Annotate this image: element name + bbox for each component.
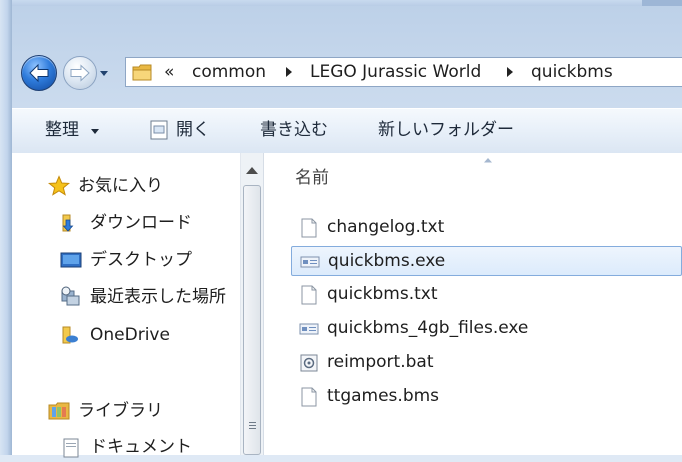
back-button[interactable] (21, 55, 57, 91)
breadcrumb-separator-icon[interactable] (507, 67, 513, 77)
file-row[interactable]: quickbms.txt (291, 280, 682, 310)
nav-item-label: OneDrive (90, 325, 170, 345)
nav-libraries[interactable]: ライブラリ (12, 398, 240, 426)
sort-ascending-icon (484, 158, 492, 163)
file-name: changelog.txt (327, 217, 445, 237)
navigation-scrollbar[interactable] (240, 153, 264, 455)
nav-favorites[interactable]: お気に入り (12, 173, 240, 201)
forward-button[interactable] (63, 56, 97, 90)
title-bar (12, 0, 682, 6)
explorer-content: お気に入り ダウンロード デスクトップ 最近表示した場所 OneDrive ライ… (12, 153, 682, 458)
file-row-selected[interactable]: quickbms.exe (291, 246, 682, 276)
recent-places-icon (61, 286, 80, 306)
nav-item-label: 最近表示した場所 (90, 287, 226, 307)
breadcrumb-common[interactable]: common (192, 61, 266, 83)
file-row[interactable]: ttgames.bms (291, 382, 682, 412)
scroll-up-arrow-icon[interactable] (246, 167, 258, 174)
desktop-icon (60, 252, 82, 268)
open-button[interactable]: 開く (176, 119, 210, 141)
nav-item-downloads[interactable]: ダウンロード (12, 210, 240, 238)
burn-button[interactable]: 書き込む (260, 119, 328, 141)
text-file-icon (301, 218, 317, 238)
nav-item-documents[interactable]: ドキュメント (12, 434, 240, 462)
address-overflow-chevron[interactable]: « (164, 61, 174, 83)
nav-item-onedrive[interactable]: OneDrive (12, 322, 240, 350)
breadcrumb-lego-jurassic-world[interactable]: LEGO Jurassic World (310, 61, 481, 83)
navigation-pane: お気に入り ダウンロード デスクトップ 最近表示した場所 OneDrive ライ… (12, 153, 240, 458)
star-icon (48, 175, 70, 196)
file-list: 名前 changelog.txt quickbms.exe quickbms.t… (265, 153, 682, 455)
file-name: quickbms.txt (327, 284, 438, 304)
window-frame: « common LEGO Jurassic World quickbms 整理… (0, 0, 682, 458)
forward-arrow-icon (70, 64, 90, 82)
organize-button[interactable]: 整理 (45, 119, 79, 141)
nav-item-label: ダウンロード (90, 213, 192, 233)
nav-item-desktop[interactable]: デスクトップ (12, 247, 240, 275)
file-row[interactable]: changelog.txt (291, 213, 682, 243)
open-file-icon (150, 120, 168, 140)
libraries-icon (48, 402, 70, 420)
column-header-name[interactable]: 名前 (295, 167, 329, 189)
file-row[interactable]: quickbms_4gb_files.exe (291, 314, 682, 344)
chevron-down-icon[interactable] (91, 129, 99, 134)
breadcrumb-separator-icon[interactable] (286, 67, 292, 77)
file-name: quickbms_4gb_files.exe (327, 318, 529, 338)
grip-line (249, 428, 256, 429)
recent-pages-dropdown-icon[interactable] (98, 67, 110, 79)
exe-file-icon (300, 256, 320, 268)
generic-file-icon (301, 387, 317, 407)
nav-item-recent-places[interactable]: 最近表示した場所 (12, 284, 240, 312)
breadcrumb-quickbms[interactable]: quickbms (531, 61, 613, 83)
new-folder-button[interactable]: 新しいフォルダー (378, 119, 514, 141)
file-row[interactable]: reimport.bat (291, 348, 682, 378)
downloads-folder-icon (62, 214, 74, 232)
nav-libraries-label: ライブラリ (78, 401, 163, 421)
back-arrow-icon (29, 63, 49, 83)
nav-item-label: デスクトップ (90, 250, 192, 270)
text-file-icon (301, 285, 317, 305)
documents-icon (63, 438, 79, 458)
scrollbar-thumb[interactable] (243, 185, 261, 455)
file-name: ttgames.bms (327, 386, 440, 406)
grip-line (249, 422, 256, 423)
window-border (0, 0, 12, 455)
command-toolbar: 整理 開く 書き込む 新しいフォルダー (12, 108, 682, 154)
onedrive-folder-icon (62, 326, 78, 344)
nav-favorites-label: お気に入り (78, 176, 163, 196)
file-name: quickbms.exe (328, 251, 446, 271)
grip-line (249, 425, 256, 426)
navigation-bar: « common LEGO Jurassic World quickbms (12, 50, 682, 96)
folder-icon (132, 64, 152, 81)
file-name: reimport.bat (327, 352, 434, 372)
address-bar[interactable]: « common LEGO Jurassic World quickbms (125, 57, 682, 87)
batch-file-icon (300, 354, 318, 372)
exe-file-icon (299, 323, 319, 335)
